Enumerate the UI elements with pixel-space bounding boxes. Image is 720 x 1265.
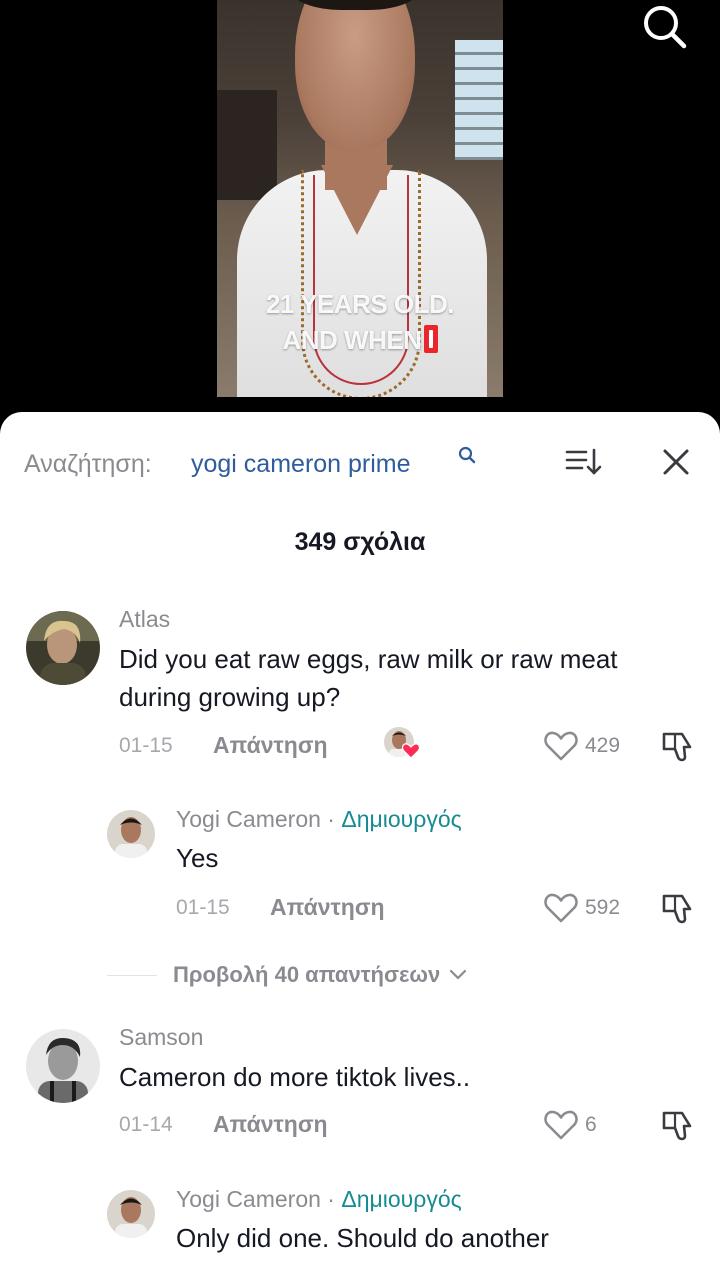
sheet-header: Αναζήτηση: yogi cameron prime bbox=[0, 442, 720, 482]
comment-date: 01-14 bbox=[119, 1113, 173, 1136]
avatar[interactable] bbox=[26, 1029, 100, 1103]
like-count: 592 bbox=[585, 896, 621, 919]
video-area[interactable]: 21 YEARS OLD. AND WHEN bbox=[0, 0, 720, 420]
username-separator: · bbox=[320, 1186, 342, 1212]
heart-icon bbox=[401, 743, 421, 759]
comment-text: Did you eat raw eggs, raw milk or raw me… bbox=[119, 644, 618, 712]
reply-button[interactable]: Απάντηση bbox=[213, 732, 328, 759]
like-button[interactable]: 6 bbox=[543, 1109, 597, 1141]
comment-date: 01-15 bbox=[176, 896, 230, 919]
heart-icon bbox=[544, 731, 578, 761]
comment-text: Yes bbox=[176, 843, 219, 873]
avatar[interactable] bbox=[107, 810, 155, 858]
search-query-link[interactable]: yogi cameron prime bbox=[191, 450, 411, 479]
heart-icon bbox=[544, 1110, 578, 1140]
reply-button[interactable]: Απάντηση bbox=[213, 1111, 328, 1138]
username-text: Yogi Cameron bbox=[176, 1186, 321, 1212]
dislike-icon[interactable] bbox=[660, 892, 694, 926]
like-button[interactable]: 429 bbox=[543, 730, 620, 762]
comment-username[interactable]: Yogi Cameron · Δημιουργός bbox=[176, 1186, 462, 1213]
dislike-icon[interactable] bbox=[660, 1109, 694, 1143]
comment-date: 01-15 bbox=[119, 734, 173, 757]
search-prefix: Αναζήτηση: bbox=[24, 450, 152, 478]
reply-button[interactable]: Απάντηση bbox=[270, 894, 385, 921]
video-background-shelf bbox=[217, 90, 277, 200]
comment-text: Only did one. Should do another bbox=[176, 1223, 549, 1253]
video-background-window bbox=[455, 40, 503, 160]
view-replies-button[interactable]: Προβολή 40 απαντήσεων bbox=[107, 960, 468, 990]
search-query-icon bbox=[458, 446, 476, 464]
comment-username[interactable]: Samson bbox=[119, 1024, 203, 1051]
comment-username[interactable]: Atlas bbox=[119, 606, 170, 633]
username-text: Yogi Cameron bbox=[176, 806, 321, 832]
comments-sheet: Αναζήτηση: yogi cameron prime 349 σχόλια… bbox=[0, 412, 720, 1265]
view-replies-label: Προβολή 40 απαντήσεων bbox=[173, 962, 441, 987]
sort-icon[interactable] bbox=[564, 446, 604, 478]
close-icon[interactable] bbox=[660, 446, 692, 478]
comment-username[interactable]: Yogi Cameron · Δημιουργός bbox=[176, 806, 462, 833]
creator-badge: Δημιουργός bbox=[341, 1186, 462, 1212]
comment-text: Cameron do more tiktok lives.. bbox=[119, 1062, 471, 1092]
username-separator: · bbox=[320, 806, 342, 832]
comment-count: 349 σχόλια bbox=[294, 528, 426, 556]
dislike-icon[interactable] bbox=[660, 730, 694, 764]
video-caption-line2: AND WHEN bbox=[282, 325, 423, 355]
heart-icon bbox=[544, 893, 578, 923]
video-person-face bbox=[295, 0, 415, 150]
like-count: 429 bbox=[585, 734, 621, 757]
video-thumbnail[interactable]: 21 YEARS OLD. AND WHEN bbox=[217, 0, 503, 397]
chevron-down-icon bbox=[450, 969, 467, 980]
like-count: 6 bbox=[585, 1113, 597, 1136]
search-icon[interactable] bbox=[640, 2, 688, 50]
avatar[interactable] bbox=[26, 611, 100, 685]
view-replies-divider bbox=[107, 974, 157, 976]
creator-badge: Δημιουργός bbox=[341, 806, 462, 832]
video-caption-line1: 21 YEARS OLD. bbox=[265, 289, 455, 319]
video-caption: 21 YEARS OLD. AND WHEN bbox=[217, 286, 503, 358]
avatar[interactable] bbox=[107, 1190, 155, 1238]
text-cursor-icon bbox=[423, 325, 438, 353]
like-button[interactable]: 592 bbox=[543, 892, 620, 924]
